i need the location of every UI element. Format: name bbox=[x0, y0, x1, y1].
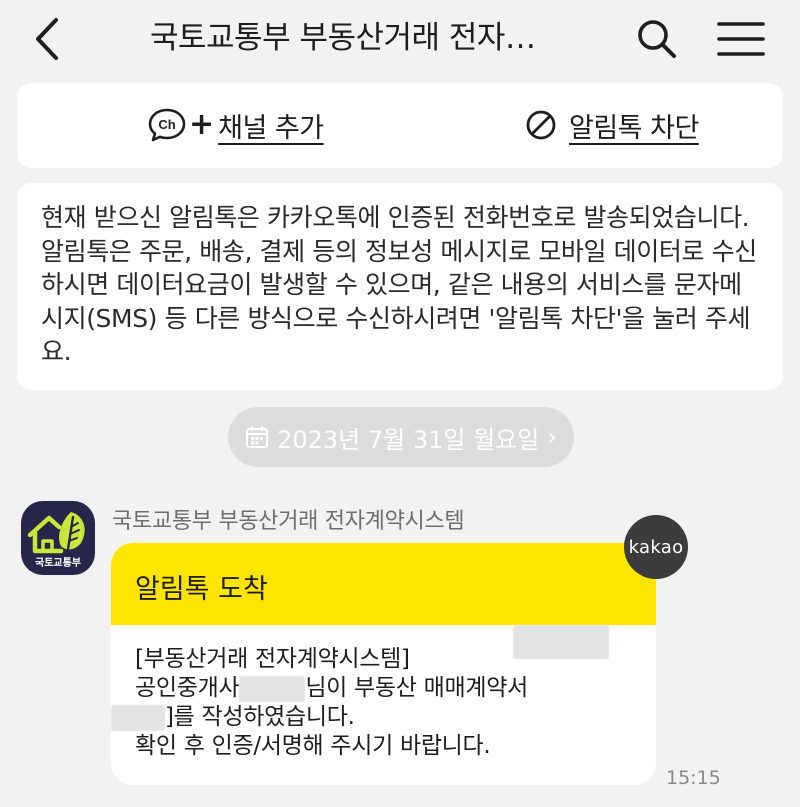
message-time: 15:15 bbox=[666, 767, 721, 789]
notice-card: 현재 받으신 알림톡은 카카오톡에 인증된 전화번호로 발송되었습니다. 알림톡… bbox=[17, 183, 783, 390]
chevron-left-icon bbox=[36, 18, 58, 60]
redacted-contract-continued bbox=[111, 704, 165, 731]
date-divider-button[interactable]: 2023년 7월 31일 월요일 › bbox=[228, 407, 574, 467]
message-line: 확인 후 인증/서명해 주시기 바랍니다. bbox=[135, 733, 491, 759]
search-button[interactable] bbox=[632, 14, 682, 64]
message-line: ]를 작성하였습니다. bbox=[111, 703, 656, 732]
block-icon bbox=[526, 110, 556, 140]
back-button[interactable] bbox=[26, 14, 70, 64]
message-bubble[interactable]: 알림톡 도착 [부동산거래 전자계약시스템] 공인중개사 님이 부동산 매매계약서… bbox=[111, 543, 656, 785]
date-label: 2023년 7월 31일 월요일 bbox=[277, 425, 540, 454]
channel-icon: Ch bbox=[148, 108, 186, 142]
redacted-name bbox=[239, 675, 306, 702]
notice-line: 시지(SMS) 등 다른 방식으로 수신하시려면 '알림톡 차단'을 눌러 주세 bbox=[41, 303, 751, 333]
menu-button[interactable] bbox=[714, 14, 768, 64]
page-title: 국토교통부 부동산거래 전자… bbox=[150, 20, 536, 56]
notice-line: 요. bbox=[41, 337, 72, 366]
message-line-part: 공인중개사 bbox=[135, 675, 240, 701]
message-line-part: ]를 작성하였습니다. bbox=[165, 704, 355, 730]
calendar-icon bbox=[246, 426, 269, 448]
message-line: 공인중개사 님이 부동산 매매계약서 bbox=[135, 674, 656, 703]
sender-avatar[interactable]: 국토교통부 bbox=[21, 501, 95, 575]
notice-line: 알림톡은 주문, 배송, 결제 등의 정보성 메시지로 모바일 데이터로 수신 bbox=[41, 236, 757, 266]
plus-sign: + bbox=[189, 107, 215, 142]
notice-text: 현재 받으신 알림톡은 카카오톡에 인증된 전화번호로 발송되었습니다. 알림톡… bbox=[41, 201, 761, 369]
sender-name: 국토교통부 부동산거래 전자계약시스템 bbox=[112, 509, 465, 534]
kakao-badge: kakao bbox=[624, 515, 688, 579]
notice-line: 현재 받으신 알림톡은 카카오톡에 인증된 전화번호로 발송되었습니다. bbox=[41, 203, 750, 232]
top-bar: 국토교통부 부동산거래 전자… bbox=[0, 0, 800, 80]
search-icon bbox=[638, 20, 676, 58]
add-channel-label: 채널 추가 bbox=[218, 112, 324, 144]
hamburger-menu-icon bbox=[717, 22, 765, 56]
channel-icon-text: Ch bbox=[158, 117, 175, 132]
notice-line: 하시면 데이터요금이 발생할 수 있으며, 같은 내용의 서비스를 문자메 bbox=[41, 270, 742, 299]
avatar-caption: 국토교통부 bbox=[35, 558, 81, 569]
block-alimtalk-button[interactable]: 알림톡 차단 bbox=[525, 105, 699, 145]
channel-actions-card: Ch + 채널 추가 알림톡 차단 bbox=[17, 83, 783, 168]
message-line-part: 님이 부동산 매매계약서 bbox=[305, 675, 528, 701]
block-alimtalk-label: 알림톡 차단 bbox=[569, 112, 699, 144]
message-header: 알림톡 도착 bbox=[111, 543, 656, 625]
message-body: [부동산거래 전자계약시스템] 공인중개사 님이 부동산 매매계약서 ]를 작성하… bbox=[111, 625, 656, 761]
chevron-right-icon: › bbox=[547, 423, 557, 451]
add-channel-button[interactable]: Ch + 채널 추가 bbox=[147, 105, 324, 145]
redacted-contract bbox=[513, 625, 609, 659]
